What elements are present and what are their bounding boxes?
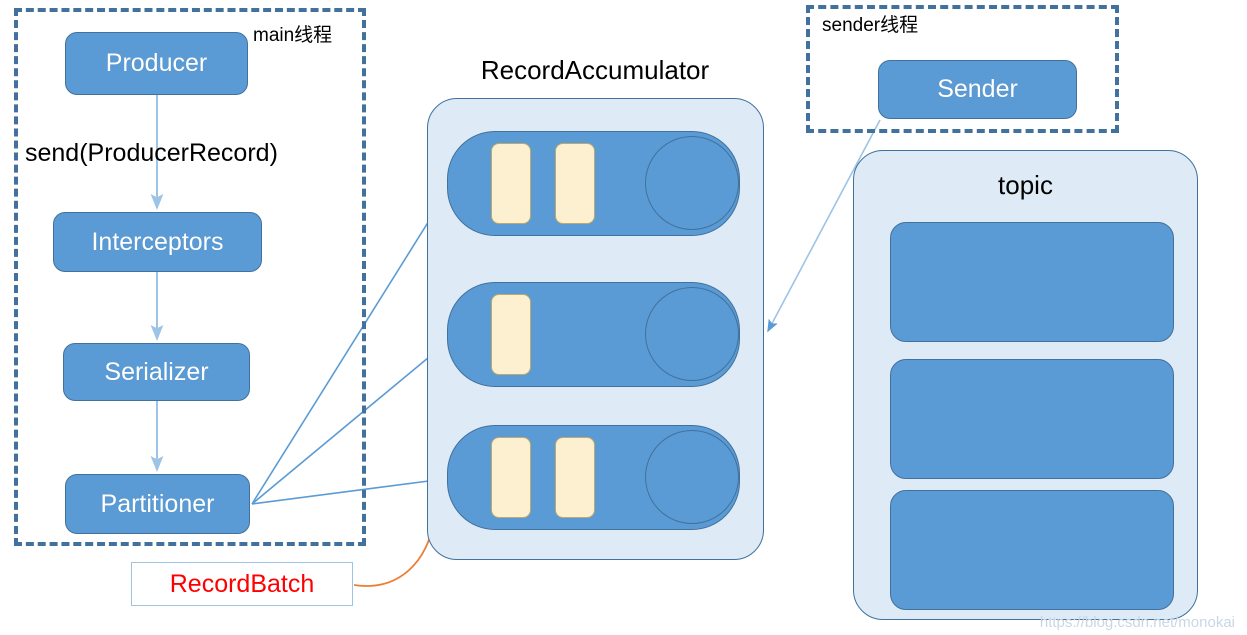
record-batch-2-0[interactable] — [491, 437, 531, 518]
topic-title: topic — [998, 170, 1053, 200]
topic-partition-1[interactable] — [890, 359, 1174, 479]
deque-2-cap-icon — [645, 430, 739, 524]
topic-partition-0[interactable] — [890, 222, 1174, 342]
record-batch-0-1[interactable] — [555, 143, 595, 224]
stage-box-interceptors[interactable]: Interceptors — [53, 212, 262, 272]
stage-box-producer[interactable]: Producer — [65, 32, 248, 95]
record-batch-callout-label: RecordBatch — [169, 569, 315, 598]
stage-box-partitioner[interactable]: Partitioner — [65, 474, 250, 534]
send-producerrecord-label: send(ProducerRecord) — [25, 139, 278, 167]
diagram-canvas: main线程 Producer send(ProducerRecord) Int… — [0, 0, 1247, 635]
main-thread-label: main线程 — [253, 25, 333, 46]
deque-0-cap-icon — [645, 136, 739, 230]
record-batch-2-1[interactable] — [555, 437, 595, 518]
record-accumulator-title: RecordAccumulator — [480, 55, 710, 85]
stage-label-producer: Producer — [105, 49, 208, 77]
record-batch-callout[interactable]: RecordBatch — [131, 562, 353, 606]
stage-box-sender[interactable]: Sender — [878, 60, 1077, 119]
record-batch-1-0[interactable] — [491, 294, 531, 375]
topic-partition-2[interactable] — [890, 490, 1174, 610]
stage-label-interceptors: Interceptors — [91, 227, 224, 256]
record-batch-0-0[interactable] — [491, 143, 531, 224]
stage-box-serializer[interactable]: Serializer — [63, 343, 250, 401]
deque-1-cap-icon — [645, 287, 739, 381]
watermark: https://blog.csdn.net/monokai — [1039, 614, 1235, 631]
stage-label-partitioner: Partitioner — [100, 489, 215, 518]
sender-thread-label: sender线程 — [822, 15, 919, 36]
stage-label-sender: Sender — [937, 75, 1018, 103]
stage-label-serializer: Serializer — [104, 357, 209, 386]
